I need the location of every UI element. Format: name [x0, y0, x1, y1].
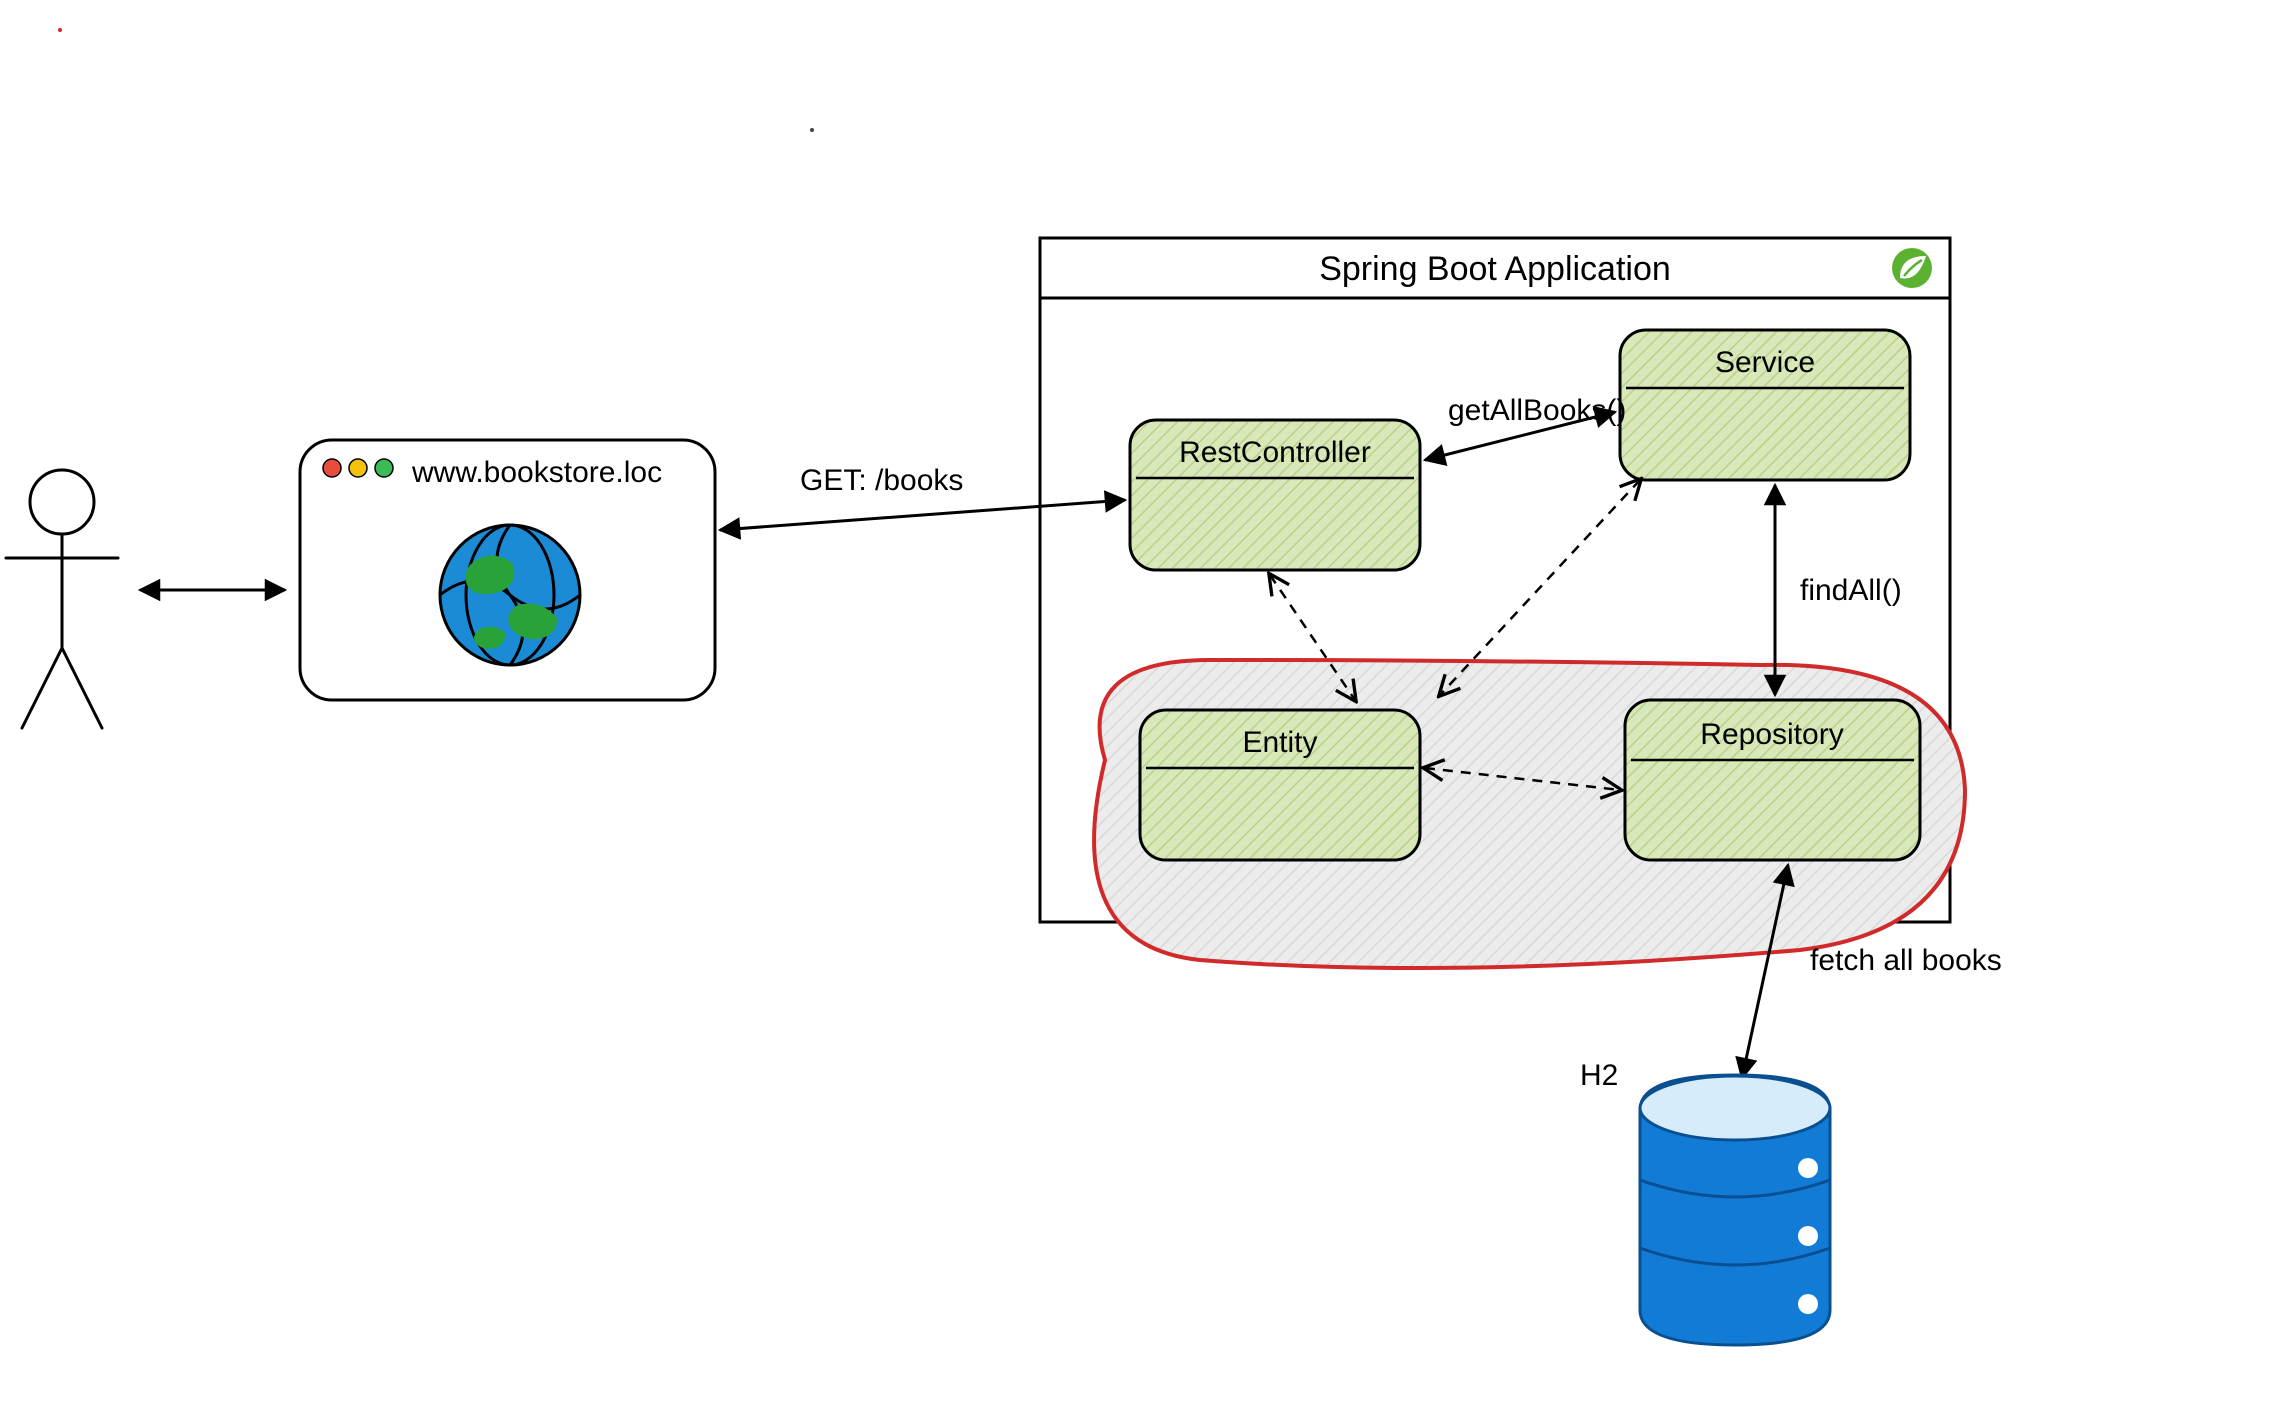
entity-card: Entity [1140, 710, 1420, 860]
label-findall: findAll() [1800, 574, 1902, 607]
entity-label: Entity [1242, 726, 1317, 759]
rest-controller-card: RestController [1130, 420, 1420, 570]
spring-icon [1892, 248, 1932, 288]
rest-controller-label: RestController [1179, 436, 1371, 469]
globe-icon [440, 525, 580, 665]
stray-dot [810, 128, 814, 132]
database-icon [1640, 1075, 1830, 1345]
label-fetchall: fetch all books [1810, 944, 2002, 977]
spring-app-title: Spring Boot Application [1319, 250, 1671, 288]
stray-dot [58, 28, 62, 32]
db-label: H2 [1580, 1059, 1618, 1092]
label-http: GET: /books [800, 464, 963, 497]
service-label: Service [1715, 346, 1815, 379]
service-card: Service [1620, 330, 1910, 480]
browser-url: www.bookstore.loc [411, 456, 662, 489]
repository-card: Repository [1625, 700, 1920, 860]
browser-window: www.bookstore.loc [300, 440, 715, 700]
user-icon [6, 470, 118, 728]
repository-label: Repository [1700, 718, 1843, 751]
label-getallbooks: getAllBooks() [1448, 394, 1626, 427]
